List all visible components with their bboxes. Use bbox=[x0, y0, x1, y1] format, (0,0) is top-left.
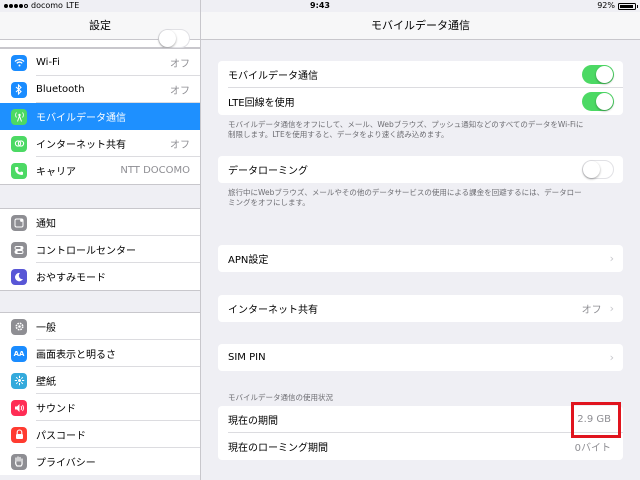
display-icon: AA bbox=[11, 345, 27, 362]
apn-label: APN設定 bbox=[228, 255, 269, 266]
sidebar-item-do-not-disturb[interactable]: おやすみモード bbox=[0, 263, 200, 290]
sidebar-item-label: モバイルデータ通信 bbox=[36, 113, 126, 124]
usage-card: 現在の期間 2.9 GB 現在のローミング期間 0バイト bbox=[218, 406, 623, 460]
sidebar-item-label: 一般 bbox=[36, 323, 56, 334]
bluetooth-icon bbox=[11, 81, 27, 98]
sim-pin-row[interactable]: SIM PIN › bbox=[218, 344, 623, 371]
sidebar-item-passcode[interactable]: パスコード bbox=[0, 421, 200, 448]
sidebar-item-label: 壁紙 bbox=[36, 377, 56, 388]
sound-icon bbox=[11, 399, 27, 416]
settings-sidebar: 設定 Wi-Fi オフ Bluetooth オフ モバイルデータ通信 インターネ… bbox=[0, 0, 201, 480]
cellular-data-row: モバイルデータ通信 bbox=[218, 61, 623, 88]
battery-percent: 92% bbox=[597, 1, 615, 10]
sidebar-item-label: キャリア bbox=[36, 167, 76, 178]
page-title: モバイルデータ通信 bbox=[201, 12, 640, 40]
usage-current-label: 現在の期間 bbox=[228, 416, 278, 427]
notification-icon bbox=[11, 214, 27, 231]
sidebar-item-hotspot[interactable]: インターネット共有 オフ bbox=[0, 130, 200, 157]
cellular-note: モバイルデータ通信をオフにして、メール、Webブラウズ、プッシュ通知などのすべて… bbox=[228, 120, 618, 140]
sidebar-item-label: サウンド bbox=[36, 404, 76, 415]
antenna-icon bbox=[11, 108, 27, 125]
usage-roaming-row: 現在のローミング期間 0バイト bbox=[218, 433, 623, 460]
sidebar-item-label: Bluetooth bbox=[36, 84, 85, 95]
sidebar-item-display[interactable]: AA 画面表示と明るさ bbox=[0, 340, 200, 367]
sidebar-item-control-center[interactable]: コントロールセンター bbox=[0, 236, 200, 263]
hotspot-value: オフ bbox=[581, 305, 602, 316]
cellular-data-toggle[interactable] bbox=[582, 65, 614, 84]
highlight-annotation-box bbox=[571, 402, 621, 438]
roaming-label: データローミング bbox=[228, 166, 308, 177]
sidebar-item-bluetooth[interactable]: Bluetooth オフ bbox=[0, 76, 200, 103]
usage-roaming-value: 0バイト bbox=[574, 443, 611, 454]
lte-row: LTE回線を使用 bbox=[218, 88, 623, 115]
sidebar-item-value: オフ bbox=[170, 86, 190, 97]
status-bar: docomo LTE 9:43 92% bbox=[0, 0, 640, 12]
sidebar-item-label: 通知 bbox=[36, 219, 56, 230]
lte-label: LTE回線を使用 bbox=[228, 98, 295, 109]
hotspot-card: インターネット共有 オフ › bbox=[218, 295, 623, 322]
battery-icon bbox=[618, 2, 638, 10]
cellular-settings-panel: モバイルデータ通信 モバイルデータ通信 LTE回線を使用 モバイルデータ通信をオ… bbox=[201, 0, 640, 480]
sidebar-item-general[interactable]: 一般 bbox=[0, 313, 200, 340]
sidebar-item-label: パスコード bbox=[36, 431, 86, 442]
gear-icon bbox=[11, 318, 27, 335]
chevron-right-icon: › bbox=[609, 351, 614, 364]
moon-icon bbox=[11, 268, 27, 285]
sidebar-item-sounds[interactable]: サウンド bbox=[0, 394, 200, 421]
roaming-toggle[interactable] bbox=[582, 160, 614, 179]
cellular-card: モバイルデータ通信 LTE回線を使用 bbox=[218, 61, 623, 115]
roaming-card: データローミング bbox=[218, 156, 623, 183]
airplane-mode-toggle[interactable] bbox=[158, 29, 190, 48]
clock: 9:43 bbox=[310, 1, 330, 10]
wallpaper-icon bbox=[11, 372, 27, 389]
apn-settings-row[interactable]: APN設定 › bbox=[218, 245, 623, 272]
hotspot-label: インターネット共有 bbox=[228, 305, 318, 316]
phone-icon bbox=[11, 162, 27, 179]
sidebar-item-label: 画面表示と明るさ bbox=[36, 350, 116, 361]
hand-icon bbox=[11, 453, 27, 470]
sidebar-item-label: おやすみモード bbox=[36, 273, 106, 284]
sidebar-group-partial bbox=[0, 29, 200, 48]
usage-current-row: 現在の期間 2.9 GB bbox=[218, 406, 623, 433]
sidebar-item-label: Wi-Fi bbox=[36, 57, 60, 68]
sidebar-item-carrier[interactable]: キャリア NTT DOCOMO bbox=[0, 157, 200, 184]
sidebar-item-value: NTT DOCOMO bbox=[120, 165, 190, 176]
roaming-note-line: ミングをオフにします。 bbox=[228, 198, 310, 207]
hotspot-row[interactable]: インターネット共有 オフ › bbox=[218, 295, 623, 322]
sidebar-item-notifications[interactable]: 通知 bbox=[0, 209, 200, 236]
chevron-right-icon: › bbox=[609, 252, 614, 265]
cellular-data-label: モバイルデータ通信 bbox=[228, 71, 318, 82]
sidebar-item-label: コントロールセンター bbox=[36, 246, 136, 257]
roaming-note: 旅行中にWebブラウズ、メールやその他のデータサービスの使用による課金を回避する… bbox=[228, 188, 618, 208]
sidebar-item-value: オフ bbox=[170, 140, 190, 151]
usage-roaming-label: 現在のローミング期間 bbox=[228, 443, 328, 454]
sidebar-item-cellular[interactable]: モバイルデータ通信 bbox=[0, 103, 200, 130]
sidebar-group-general: 一般 AA 画面表示と明るさ 壁紙 サウンド パスコード プライバシー bbox=[0, 312, 200, 475]
sidebar-group-connectivity: Wi-Fi オフ Bluetooth オフ モバイルデータ通信 インターネット共… bbox=[0, 48, 200, 185]
control-center-icon bbox=[11, 241, 27, 258]
lock-icon bbox=[11, 426, 27, 443]
sidebar-item-wallpaper[interactable]: 壁紙 bbox=[0, 367, 200, 394]
chevron-right-icon: › bbox=[609, 302, 614, 315]
sidebar-item-wifi[interactable]: Wi-Fi オフ bbox=[0, 49, 200, 76]
lte-toggle[interactable] bbox=[582, 92, 614, 111]
cellular-note-line: モバイルデータ通信をオフにして、メール、Webブラウズ、プッシュ通知などのすべて… bbox=[228, 120, 584, 129]
sim-pin-card: SIM PIN › bbox=[218, 344, 623, 371]
sidebar-item-label: インターネット共有 bbox=[36, 140, 126, 151]
link-icon bbox=[11, 135, 27, 152]
cellular-note-line: 制限します。LTEを使用すると、データをより速く読み込めます。 bbox=[228, 130, 449, 139]
sidebar-item-label: プライバシー bbox=[36, 458, 96, 469]
sidebar-item-value: オフ bbox=[170, 59, 190, 70]
roaming-row: データローミング bbox=[218, 156, 623, 183]
usage-section-header: モバイルデータ通信の使用状況 bbox=[228, 393, 333, 402]
apn-card: APN設定 › bbox=[218, 245, 623, 272]
wifi-icon bbox=[11, 54, 27, 71]
sidebar-group-system: 通知 コントロールセンター おやすみモード bbox=[0, 208, 200, 291]
roaming-note-line: 旅行中にWebブラウズ、メールやその他のデータサービスの使用による課金を回避する… bbox=[228, 188, 582, 197]
sim-pin-label: SIM PIN bbox=[228, 352, 266, 363]
sidebar-item-privacy[interactable]: プライバシー bbox=[0, 448, 200, 475]
